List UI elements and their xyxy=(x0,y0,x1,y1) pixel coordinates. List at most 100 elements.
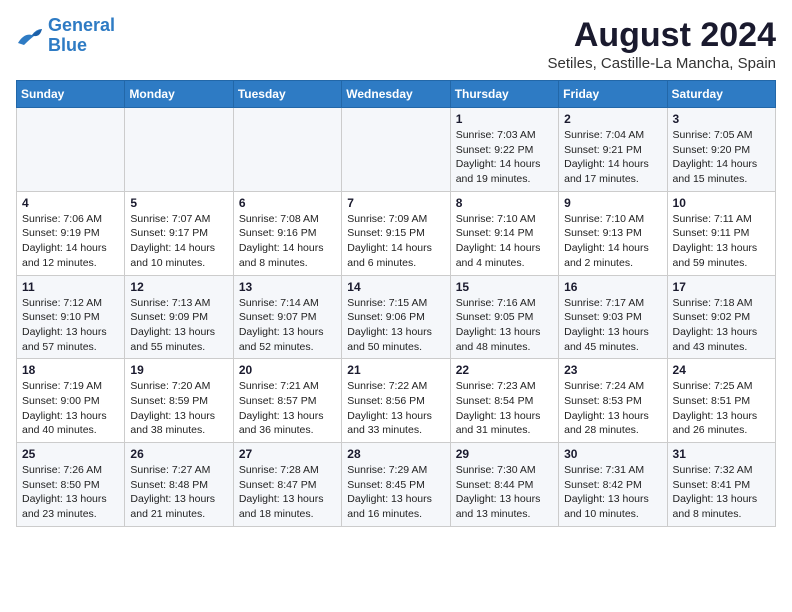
month-title: August 2024 xyxy=(548,16,776,55)
day-info: Sunrise: 7:10 AMSunset: 9:13 PMDaylight:… xyxy=(564,212,661,271)
calendar-header-monday: Monday xyxy=(125,81,233,108)
calendar-cell: 31 Sunrise: 7:32 AMSunset: 8:41 PMDayligh… xyxy=(667,443,775,527)
calendar-cell: 1 Sunrise: 7:03 AMSunset: 9:22 PMDaylight… xyxy=(450,108,558,192)
day-info: Sunrise: 7:30 AMSunset: 8:44 PMDaylight:… xyxy=(456,463,553,522)
day-info: Sunrise: 7:20 AMSunset: 8:59 PMDaylight:… xyxy=(130,379,227,438)
day-number: 24 xyxy=(673,363,770,377)
calendar-cell: 25 Sunrise: 7:26 AMSunset: 8:50 PMDayligh… xyxy=(17,443,125,527)
day-number: 3 xyxy=(673,112,770,126)
day-number: 28 xyxy=(347,447,444,461)
day-number: 31 xyxy=(673,447,770,461)
day-info: Sunrise: 7:22 AMSunset: 8:56 PMDaylight:… xyxy=(347,379,444,438)
day-info: Sunrise: 7:19 AMSunset: 9:00 PMDaylight:… xyxy=(22,379,119,438)
day-info: Sunrise: 7:31 AMSunset: 8:42 PMDaylight:… xyxy=(564,463,661,522)
calendar-cell: 21 Sunrise: 7:22 AMSunset: 8:56 PMDayligh… xyxy=(342,359,450,443)
day-info: Sunrise: 7:11 AMSunset: 9:11 PMDaylight:… xyxy=(673,212,770,271)
calendar-header-row: SundayMondayTuesdayWednesdayThursdayFrid… xyxy=(17,81,776,108)
calendar-cell: 7 Sunrise: 7:09 AMSunset: 9:15 PMDaylight… xyxy=(342,191,450,275)
logo-text: General Blue xyxy=(48,16,115,56)
day-info: Sunrise: 7:05 AMSunset: 9:20 PMDaylight:… xyxy=(673,128,770,187)
calendar-cell: 28 Sunrise: 7:29 AMSunset: 8:45 PMDayligh… xyxy=(342,443,450,527)
day-number: 2 xyxy=(564,112,661,126)
day-info: Sunrise: 7:24 AMSunset: 8:53 PMDaylight:… xyxy=(564,379,661,438)
day-number: 14 xyxy=(347,280,444,294)
logo-icon xyxy=(16,25,44,47)
calendar-week-1: 1 Sunrise: 7:03 AMSunset: 9:22 PMDaylight… xyxy=(17,108,776,192)
day-number: 20 xyxy=(239,363,336,377)
day-info: Sunrise: 7:15 AMSunset: 9:06 PMDaylight:… xyxy=(347,296,444,355)
day-number: 25 xyxy=(22,447,119,461)
day-info: Sunrise: 7:23 AMSunset: 8:54 PMDaylight:… xyxy=(456,379,553,438)
day-number: 11 xyxy=(22,280,119,294)
day-info: Sunrise: 7:03 AMSunset: 9:22 PMDaylight:… xyxy=(456,128,553,187)
day-number: 9 xyxy=(564,196,661,210)
calendar-header-saturday: Saturday xyxy=(667,81,775,108)
calendar-cell: 12 Sunrise: 7:13 AMSunset: 9:09 PMDayligh… xyxy=(125,275,233,359)
day-info: Sunrise: 7:28 AMSunset: 8:47 PMDaylight:… xyxy=(239,463,336,522)
page-header: General Blue August 2024 Setiles, Castil… xyxy=(16,16,776,72)
calendar-header-tuesday: Tuesday xyxy=(233,81,341,108)
day-info: Sunrise: 7:10 AMSunset: 9:14 PMDaylight:… xyxy=(456,212,553,271)
calendar-header-thursday: Thursday xyxy=(450,81,558,108)
day-number: 10 xyxy=(673,196,770,210)
calendar-cell: 11Sunrise: 7:12 AMSunset: 9:10 PMDayligh… xyxy=(17,275,125,359)
day-info: Sunrise: 7:09 AMSunset: 9:15 PMDaylight:… xyxy=(347,212,444,271)
day-number: 19 xyxy=(130,363,227,377)
calendar-cell: 14 Sunrise: 7:15 AMSunset: 9:06 PMDayligh… xyxy=(342,275,450,359)
calendar-header-friday: Friday xyxy=(559,81,667,108)
day-number: 22 xyxy=(456,363,553,377)
day-number: 16 xyxy=(564,280,661,294)
calendar-cell: 8Sunrise: 7:10 AMSunset: 9:14 PMDaylight… xyxy=(450,191,558,275)
calendar-cell: 13Sunrise: 7:14 AMSunset: 9:07 PMDayligh… xyxy=(233,275,341,359)
day-info: Sunrise: 7:27 AMSunset: 8:48 PMDaylight:… xyxy=(130,463,227,522)
day-number: 12 xyxy=(130,280,227,294)
day-info: Sunrise: 7:32 AMSunset: 8:41 PMDaylight:… xyxy=(673,463,770,522)
day-number: 18 xyxy=(22,363,119,377)
day-info: Sunrise: 7:26 AMSunset: 8:50 PMDaylight:… xyxy=(22,463,119,522)
calendar-cell: 4Sunrise: 7:06 AMSunset: 9:19 PMDaylight… xyxy=(17,191,125,275)
day-number: 26 xyxy=(130,447,227,461)
calendar-week-5: 25 Sunrise: 7:26 AMSunset: 8:50 PMDayligh… xyxy=(17,443,776,527)
calendar-week-4: 18 Sunrise: 7:19 AMSunset: 9:00 PMDayligh… xyxy=(17,359,776,443)
calendar-cell: 17 Sunrise: 7:18 AMSunset: 9:02 PMDayligh… xyxy=(667,275,775,359)
title-block: August 2024 Setiles, Castille-La Mancha,… xyxy=(548,16,776,72)
calendar-cell: 29 Sunrise: 7:30 AMSunset: 8:44 PMDayligh… xyxy=(450,443,558,527)
calendar-cell: 26 Sunrise: 7:27 AMSunset: 8:48 PMDayligh… xyxy=(125,443,233,527)
calendar-cell: 10 Sunrise: 7:11 AMSunset: 9:11 PMDayligh… xyxy=(667,191,775,275)
day-info: Sunrise: 7:08 AMSunset: 9:16 PMDaylight:… xyxy=(239,212,336,271)
location-title: Setiles, Castille-La Mancha, Spain xyxy=(548,55,776,72)
day-number: 23 xyxy=(564,363,661,377)
calendar-cell: 16Sunrise: 7:17 AMSunset: 9:03 PMDayligh… xyxy=(559,275,667,359)
day-info: Sunrise: 7:29 AMSunset: 8:45 PMDaylight:… xyxy=(347,463,444,522)
calendar-cell: 24 Sunrise: 7:25 AMSunset: 8:51 PMDayligh… xyxy=(667,359,775,443)
calendar-cell: 5Sunrise: 7:07 AMSunset: 9:17 PMDaylight… xyxy=(125,191,233,275)
day-info: Sunrise: 7:16 AMSunset: 9:05 PMDaylight:… xyxy=(456,296,553,355)
day-info: Sunrise: 7:06 AMSunset: 9:19 PMDaylight:… xyxy=(22,212,119,271)
day-info: Sunrise: 7:18 AMSunset: 9:02 PMDaylight:… xyxy=(673,296,770,355)
calendar-header-sunday: Sunday xyxy=(17,81,125,108)
calendar-cell xyxy=(17,108,125,192)
calendar-cell: 27Sunrise: 7:28 AMSunset: 8:47 PMDayligh… xyxy=(233,443,341,527)
day-info: Sunrise: 7:21 AMSunset: 8:57 PMDaylight:… xyxy=(239,379,336,438)
calendar-week-2: 4Sunrise: 7:06 AMSunset: 9:19 PMDaylight… xyxy=(17,191,776,275)
calendar-cell: 6 Sunrise: 7:08 AMSunset: 9:16 PMDaylight… xyxy=(233,191,341,275)
day-number: 13 xyxy=(239,280,336,294)
day-number: 7 xyxy=(347,196,444,210)
calendar-cell: 30 Sunrise: 7:31 AMSunset: 8:42 PMDayligh… xyxy=(559,443,667,527)
day-info: Sunrise: 7:25 AMSunset: 8:51 PMDaylight:… xyxy=(673,379,770,438)
calendar-week-3: 11Sunrise: 7:12 AMSunset: 9:10 PMDayligh… xyxy=(17,275,776,359)
calendar-cell: 23 Sunrise: 7:24 AMSunset: 8:53 PMDayligh… xyxy=(559,359,667,443)
calendar-cell xyxy=(125,108,233,192)
day-info: Sunrise: 7:13 AMSunset: 9:09 PMDaylight:… xyxy=(130,296,227,355)
day-number: 15 xyxy=(456,280,553,294)
day-info: Sunrise: 7:04 AMSunset: 9:21 PMDaylight:… xyxy=(564,128,661,187)
calendar-table: SundayMondayTuesdayWednesdayThursdayFrid… xyxy=(16,80,776,527)
calendar-cell xyxy=(233,108,341,192)
day-number: 30 xyxy=(564,447,661,461)
day-number: 21 xyxy=(347,363,444,377)
calendar-cell: 15 Sunrise: 7:16 AMSunset: 9:05 PMDayligh… xyxy=(450,275,558,359)
day-number: 17 xyxy=(673,280,770,294)
day-number: 1 xyxy=(456,112,553,126)
day-number: 6 xyxy=(239,196,336,210)
day-number: 29 xyxy=(456,447,553,461)
